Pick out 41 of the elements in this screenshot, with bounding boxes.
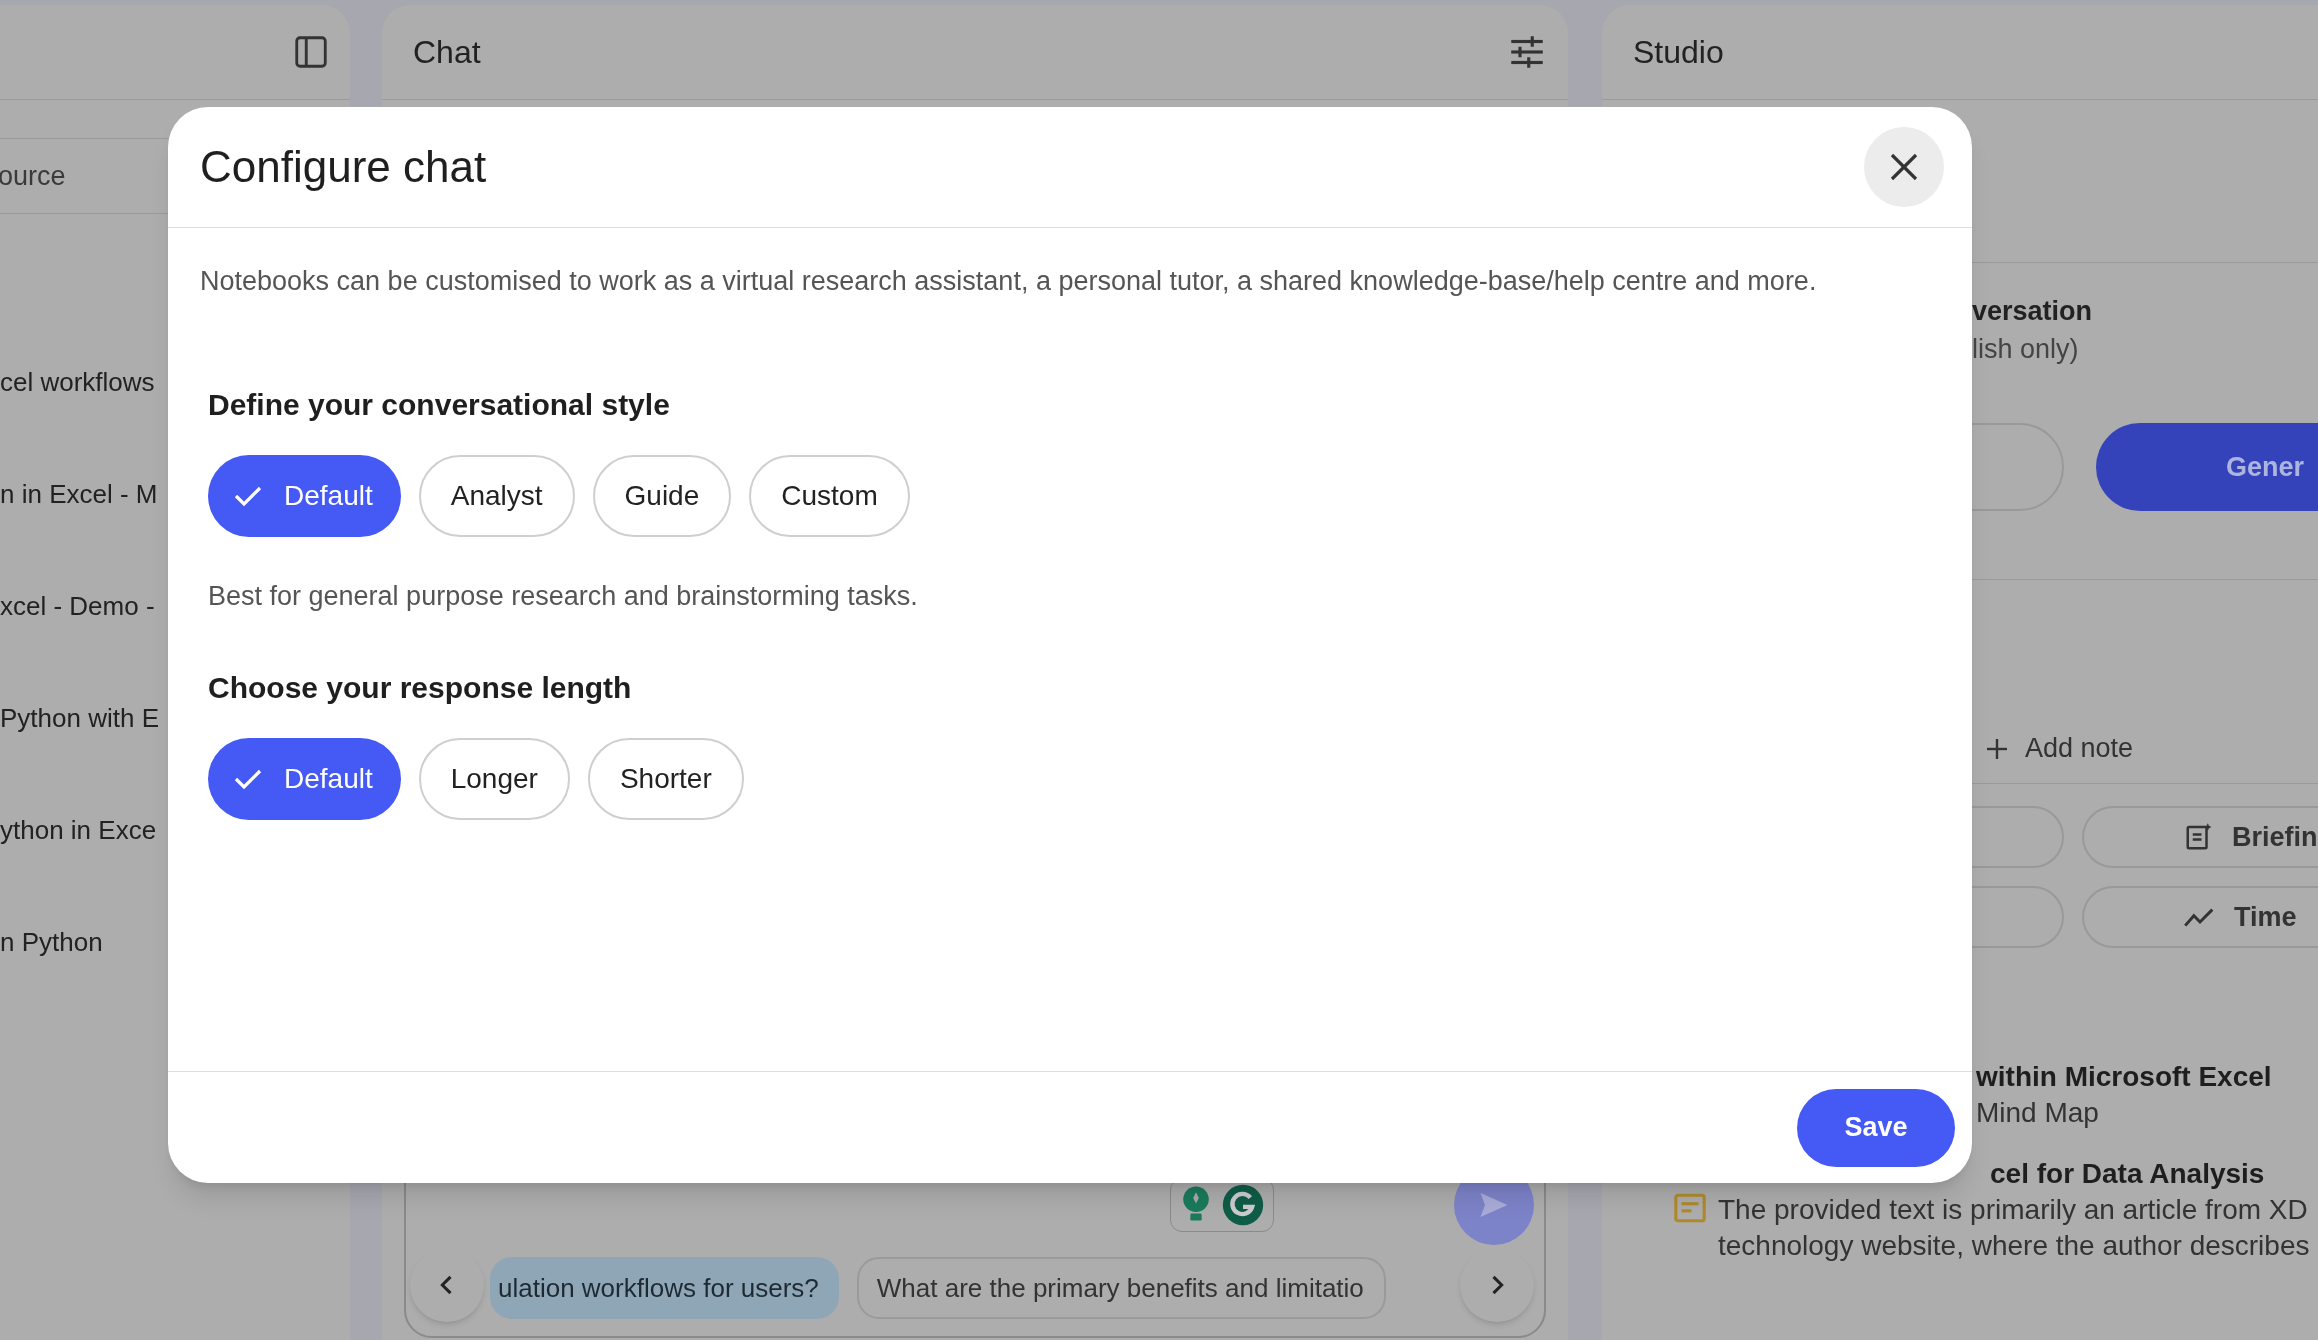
note-title[interactable]: within Microsoft Excel xyxy=(1976,1058,2272,1095)
note-text: The provided text is primarily an article from XD xyxy=(1718,1193,2309,1227)
option-chip[interactable]: Guide xyxy=(592,455,732,537)
source-item[interactable]: n in Excel - M xyxy=(0,474,158,514)
audio-overview-title: versation xyxy=(1972,295,2094,328)
section-hint: Best for general purpose research and brainstorming tasks. xyxy=(208,581,919,611)
dialog-title: Configure chat xyxy=(200,141,487,193)
option-chip[interactable]: Custom xyxy=(749,455,910,537)
source-item[interactable]: ython in Exce xyxy=(0,810,157,850)
dialog-description: Notebooks can be customised to work as a virtual research assistant, a personal tutor, a shared knowledge-base/help centre and more. xyxy=(200,266,1818,296)
section-heading: Define your conversational style xyxy=(208,387,671,423)
source-item[interactable]: cel workflows xyxy=(0,362,155,402)
source-item[interactable]: xcel - Demo - xyxy=(0,586,155,626)
g-logo-icon[interactable] xyxy=(1221,1183,1265,1227)
note-icon xyxy=(1673,1192,1707,1224)
note-text: Mind Map xyxy=(1976,1096,2100,1130)
sidebar-toggle-icon[interactable] xyxy=(292,33,330,71)
source-label: ource xyxy=(0,159,66,193)
option-chip[interactable]: Default xyxy=(208,738,401,820)
save-button[interactable]: Save xyxy=(1797,1088,1955,1167)
section-heading: Choose your response length xyxy=(208,670,633,706)
option-chip[interactable]: Default xyxy=(208,455,401,537)
generate-button[interactable]: Gener xyxy=(2096,423,2318,511)
note-type-button[interactable]: Briefin xyxy=(2082,806,2318,868)
source-item[interactable]: n Python xyxy=(0,922,103,962)
note-title[interactable]: cel for Data Analysis xyxy=(1990,1155,2310,1192)
audio-overview-subtitle: lish only) xyxy=(1972,333,2080,366)
close-icon xyxy=(1888,151,1920,183)
panel-title: Studio xyxy=(1633,33,1724,72)
document-sparkle-icon xyxy=(2184,822,2214,852)
plus-icon xyxy=(1985,736,2009,761)
note-text: technology website, where the author describes xyxy=(1718,1229,2310,1263)
panel-title: Chat xyxy=(413,33,481,72)
source-item[interactable]: Python with E xyxy=(0,698,159,738)
option-chip[interactable]: Analyst xyxy=(418,455,575,537)
option-chip[interactable]: Shorter xyxy=(587,738,744,820)
add-note-button[interactable]: Add note xyxy=(1985,728,2134,769)
option-chip[interactable]: Longer xyxy=(418,738,570,820)
suggestion-chip[interactable]: What are the primary benefits and limitatio xyxy=(856,1257,1386,1319)
suggestion-chip[interactable]: ulation workflows for users? xyxy=(490,1257,839,1319)
note-type-button[interactable]: Time xyxy=(2082,886,2318,948)
